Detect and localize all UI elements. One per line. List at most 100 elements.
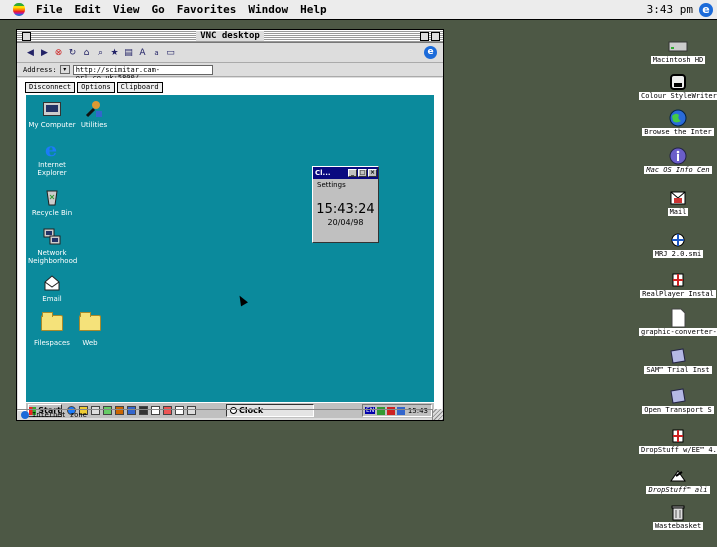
options-button[interactable]: Options	[77, 82, 115, 93]
win-icon-web[interactable]: Web	[64, 312, 116, 347]
collapse-box-icon[interactable]	[431, 32, 440, 41]
network-icon	[41, 227, 63, 247]
desktop-icon-label: SAM™ Trial Inst	[644, 366, 712, 374]
minimize-icon[interactable]: _	[348, 169, 357, 177]
resize-grip-icon[interactable]	[432, 409, 443, 420]
menu-favorites[interactable]: Favorites	[171, 3, 243, 16]
back-arrow-icon[interactable]: ◀	[25, 47, 36, 58]
trash-icon	[667, 502, 689, 522]
desktop-icon-label: Wastebasket	[652, 522, 704, 530]
desktop-icon-label: DropStuff™ ali	[646, 486, 710, 494]
maximize-icon[interactable]: □	[358, 169, 367, 177]
favorites-icon[interactable]: ★	[109, 47, 120, 58]
desktop-icon-wastebasket[interactable]: Wastebasket	[639, 502, 717, 542]
home-icon[interactable]: ⌂	[81, 47, 92, 58]
menu-go[interactable]: Go	[146, 3, 171, 16]
folder-icon	[667, 346, 689, 366]
refresh-icon[interactable]: ↻	[67, 47, 78, 58]
desktop-icon-sam-trial[interactable]: SAM™ Trial Inst	[639, 346, 717, 386]
remote-windows-desktop[interactable]: My Computer Utilities e Internet Explore…	[26, 95, 434, 402]
win-icon-label: Recycle Bin	[31, 209, 73, 217]
address-input[interactable]: http://scimitar.cam-orl.co.uk:5800/	[72, 64, 213, 82]
desktop-icon-label: MRJ 2.0.smi	[652, 250, 704, 258]
menu-window[interactable]: Window	[242, 3, 294, 16]
history-icon[interactable]: ▤	[123, 47, 134, 58]
app-menu-ie-icon[interactable]: e	[699, 3, 713, 17]
hard-disk-icon	[667, 36, 689, 56]
desktop-icon-realplayer[interactable]: RealPlayer Instal	[639, 270, 717, 310]
vnc-window-title: VNC desktop	[196, 31, 264, 41]
menu-view[interactable]: View	[107, 3, 146, 16]
win-icon-network-neighborhood[interactable]: Network Neighborhood	[26, 227, 78, 265]
win-icon-label: Web	[82, 339, 98, 347]
win-icon-recycle-bin[interactable]: Recycle Bin	[26, 187, 78, 217]
zoom-box-icon[interactable]	[420, 32, 429, 41]
close-icon[interactable]: ×	[368, 169, 377, 177]
internet-explorer-icon: e	[41, 139, 63, 159]
win-icon-label: Internet Explorer	[37, 161, 67, 177]
folder-icon	[41, 312, 63, 333]
installer-icon	[667, 426, 689, 446]
disconnect-button[interactable]: Disconnect	[25, 82, 76, 93]
forward-arrow-icon[interactable]: ▶	[39, 47, 50, 58]
desktop-icon-dropstuff-installer[interactable]: DropStuff w/EE™ 4.0	[639, 426, 717, 466]
browser-status-bar: Internet zone	[17, 409, 443, 420]
desktop-icon-open-transport[interactable]: Open Transport S	[639, 386, 717, 426]
clock-time: 15:43:24	[316, 202, 375, 217]
print-icon[interactable]: ▭	[165, 47, 176, 58]
desktop-icon-colour-stylewriter[interactable]: Colour StyleWriter	[639, 72, 717, 112]
dropstuff-icon	[667, 466, 689, 486]
desktop-icon-mac-os-info[interactable]: Mac OS Info Cen	[639, 146, 717, 186]
desktop-icon-macintosh-hd[interactable]: Macintosh HD	[639, 36, 717, 76]
desktop-icon-label: Colour StyleWriter	[639, 92, 717, 100]
vnc-title-bar[interactable]: VNC desktop	[17, 30, 443, 43]
desktop-icon-label: Mac OS Info Cen	[644, 166, 712, 174]
clock-window[interactable]: Cl... _ □ × Settings 15:43:24 20/04/98	[312, 166, 379, 243]
smaller-text-icon[interactable]: a	[151, 47, 162, 58]
menubar-clock[interactable]: 3:43 pm	[647, 3, 693, 16]
clipboard-button[interactable]: Clipboard	[116, 82, 163, 93]
menubar: File Edit View Go Favorites Window Help …	[0, 0, 717, 20]
menu-file[interactable]: File	[30, 3, 69, 16]
menu-help[interactable]: Help	[294, 3, 333, 16]
apple-icon	[13, 3, 25, 16]
desktop-icon-label: DropStuff w/EE™ 4.0	[639, 446, 717, 454]
folder-icon	[667, 386, 689, 406]
utilities-icon	[83, 99, 105, 119]
address-bar: Address: ▾ http://scimitar.cam-orl.co.uk…	[17, 63, 443, 82]
menu-edit[interactable]: Edit	[69, 3, 108, 16]
installer-icon	[667, 270, 689, 290]
recycle-bin-icon	[41, 187, 63, 207]
desktop-icon-label: RealPlayer Instal	[640, 290, 716, 298]
clock-settings-menu[interactable]: Settings	[313, 179, 378, 191]
win-icon-internet-explorer[interactable]: e Internet Explorer	[26, 139, 78, 177]
globe-icon	[667, 108, 689, 128]
vnc-window: VNC desktop ◀ ▶ ⊗ ↻ ⌂ ⌕ ★ ▤ A a ▭ e Addr…	[16, 29, 444, 421]
win-icon-utilities[interactable]: Utilities	[68, 99, 120, 129]
desktop-icon-label: graphic-converter-311	[639, 328, 717, 336]
mouse-pointer-icon	[236, 293, 248, 307]
ie-throbber-icon: e	[424, 46, 437, 59]
stop-icon[interactable]: ⊗	[53, 47, 64, 58]
clock-title-bar[interactable]: Cl... _ □ ×	[313, 167, 378, 179]
desktop-icon-graphic-converter[interactable]: graphic-converter-311	[639, 308, 717, 348]
larger-text-icon[interactable]: A	[137, 47, 148, 58]
desktop-icon-browse-internet[interactable]: Browse the Inter	[639, 108, 717, 148]
vnc-applet-area: Disconnect Options Clipboard My Computer…	[18, 78, 442, 418]
svg-text:e: e	[45, 139, 57, 159]
address-dropdown-button[interactable]: ▾	[59, 65, 70, 74]
desktop-icon-mail[interactable]: Mail	[639, 188, 717, 228]
desktop-icon-dropstuff-alias[interactable]: DropStuff™ ali	[639, 466, 717, 506]
search-icon[interactable]: ⌕	[95, 47, 106, 58]
win-icon-label: Email	[42, 295, 62, 303]
clock-date: 20/04/98	[327, 218, 364, 227]
document-icon	[667, 308, 689, 328]
browser-toolbar: ◀ ▶ ⊗ ↻ ⌂ ⌕ ★ ▤ A a ▭ e	[17, 43, 443, 63]
email-icon	[41, 273, 63, 293]
win-icon-email[interactable]: Email	[26, 273, 78, 303]
status-text: Internet zone	[32, 411, 87, 419]
apple-menu[interactable]	[8, 0, 30, 20]
desktop-icon-mrj[interactable]: MRJ 2.0.smi	[639, 230, 717, 270]
close-box-icon[interactable]	[22, 32, 31, 41]
desktop-icon-label: Browse the Inter	[642, 128, 714, 136]
